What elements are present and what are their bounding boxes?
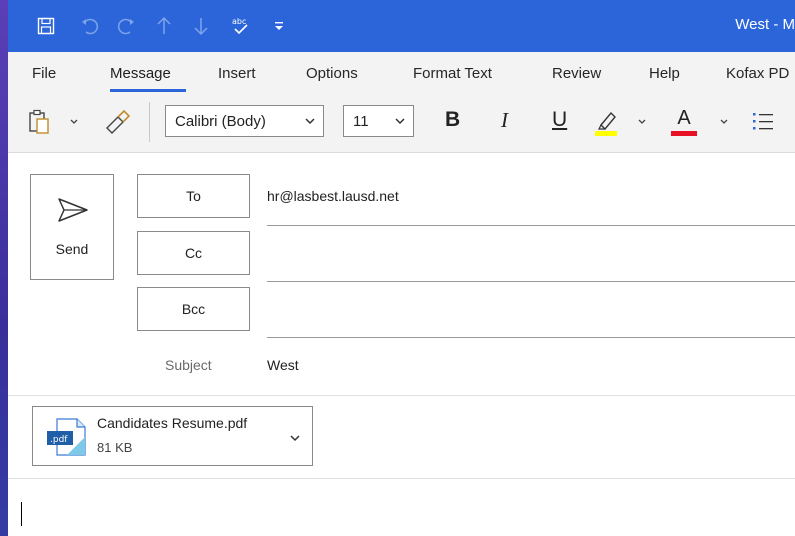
attachment-card[interactable]: .pdf Candidates Resume.pdf 81 KB	[32, 406, 313, 466]
redo-icon[interactable]	[114, 14, 138, 38]
tab-review[interactable]: Review	[552, 65, 601, 82]
send-button[interactable]: Send	[30, 174, 114, 280]
tab-kofax-pdf[interactable]: Kofax PD	[726, 65, 789, 82]
title-bar: abc West - M	[8, 0, 795, 52]
message-body-cursor[interactable]	[21, 502, 22, 526]
to-button[interactable]: To	[137, 174, 250, 218]
active-tab-indicator	[110, 89, 186, 92]
chevron-down-icon	[303, 114, 317, 132]
paste-dropdown-icon[interactable]	[68, 114, 80, 130]
tab-message[interactable]: Message	[110, 65, 171, 82]
tab-help[interactable]: Help	[649, 65, 680, 82]
highlight-icon[interactable]	[592, 107, 620, 137]
paste-icon[interactable]	[26, 107, 52, 137]
font-color-letter: A	[677, 107, 691, 129]
attachment-size: 81 KB	[97, 440, 133, 455]
outlook-compose-window: abc West - M File Message Insert Options…	[8, 0, 795, 536]
ribbon-separator	[149, 102, 150, 142]
highlight-dropdown-icon[interactable]	[636, 114, 648, 130]
send-label: Send	[55, 241, 89, 257]
cc-button[interactable]: Cc	[137, 231, 250, 275]
font-size-value: 11	[353, 112, 369, 130]
italic-button[interactable]: I	[501, 108, 508, 133]
font-color-button[interactable]: A	[670, 106, 698, 138]
format-painter-icon[interactable]	[102, 108, 132, 136]
undo-icon[interactable]	[78, 14, 102, 38]
chevron-down-icon	[393, 114, 407, 132]
bullets-icon[interactable]	[750, 108, 776, 134]
underline-button[interactable]: U	[552, 108, 567, 132]
cc-field-underline	[267, 281, 795, 282]
to-field[interactable]: hr@lasbest.lausd.net	[267, 188, 399, 204]
pdf-icon-label: .pdf	[50, 435, 68, 445]
subject-field[interactable]: West	[267, 357, 299, 373]
customize-quick-access-icon[interactable]	[270, 14, 288, 38]
menu-tab-bar: File Message Insert Options Format Text …	[8, 52, 795, 94]
tab-format-text[interactable]: Format Text	[413, 65, 492, 82]
arrow-up-icon[interactable]	[153, 14, 175, 38]
svg-text:abc: abc	[232, 17, 246, 26]
tab-insert[interactable]: Insert	[218, 65, 256, 82]
bold-button[interactable]: B	[445, 108, 460, 132]
font-name-dropdown[interactable]: Calibri (Body)	[165, 105, 324, 137]
tab-options[interactable]: Options	[306, 65, 358, 82]
save-icon[interactable]	[34, 14, 58, 38]
chevron-down-icon[interactable]	[288, 431, 302, 450]
font-size-dropdown[interactable]: 11	[343, 105, 414, 137]
tab-file[interactable]: File	[32, 65, 56, 82]
send-icon	[57, 197, 89, 228]
arrow-down-icon[interactable]	[190, 14, 212, 38]
attachment-name: Candidates Resume.pdf	[97, 415, 248, 431]
font-name-value: Calibri (Body)	[175, 112, 266, 130]
pdf-file-icon: .pdf	[47, 417, 87, 462]
header-divider	[8, 395, 795, 396]
spelling-check-icon[interactable]: abc	[228, 14, 254, 38]
font-color-dropdown-icon[interactable]	[718, 114, 730, 130]
subject-label: Subject	[165, 357, 212, 373]
to-field-underline	[267, 225, 795, 226]
bcc-field-underline	[267, 337, 795, 338]
window-title: West - M	[735, 16, 795, 33]
bcc-button[interactable]: Bcc	[137, 287, 250, 331]
ribbon-toolbar: Calibri (Body) 11 B I U A	[8, 94, 795, 153]
font-color-swatch	[671, 131, 697, 136]
attachment-divider	[8, 478, 795, 479]
